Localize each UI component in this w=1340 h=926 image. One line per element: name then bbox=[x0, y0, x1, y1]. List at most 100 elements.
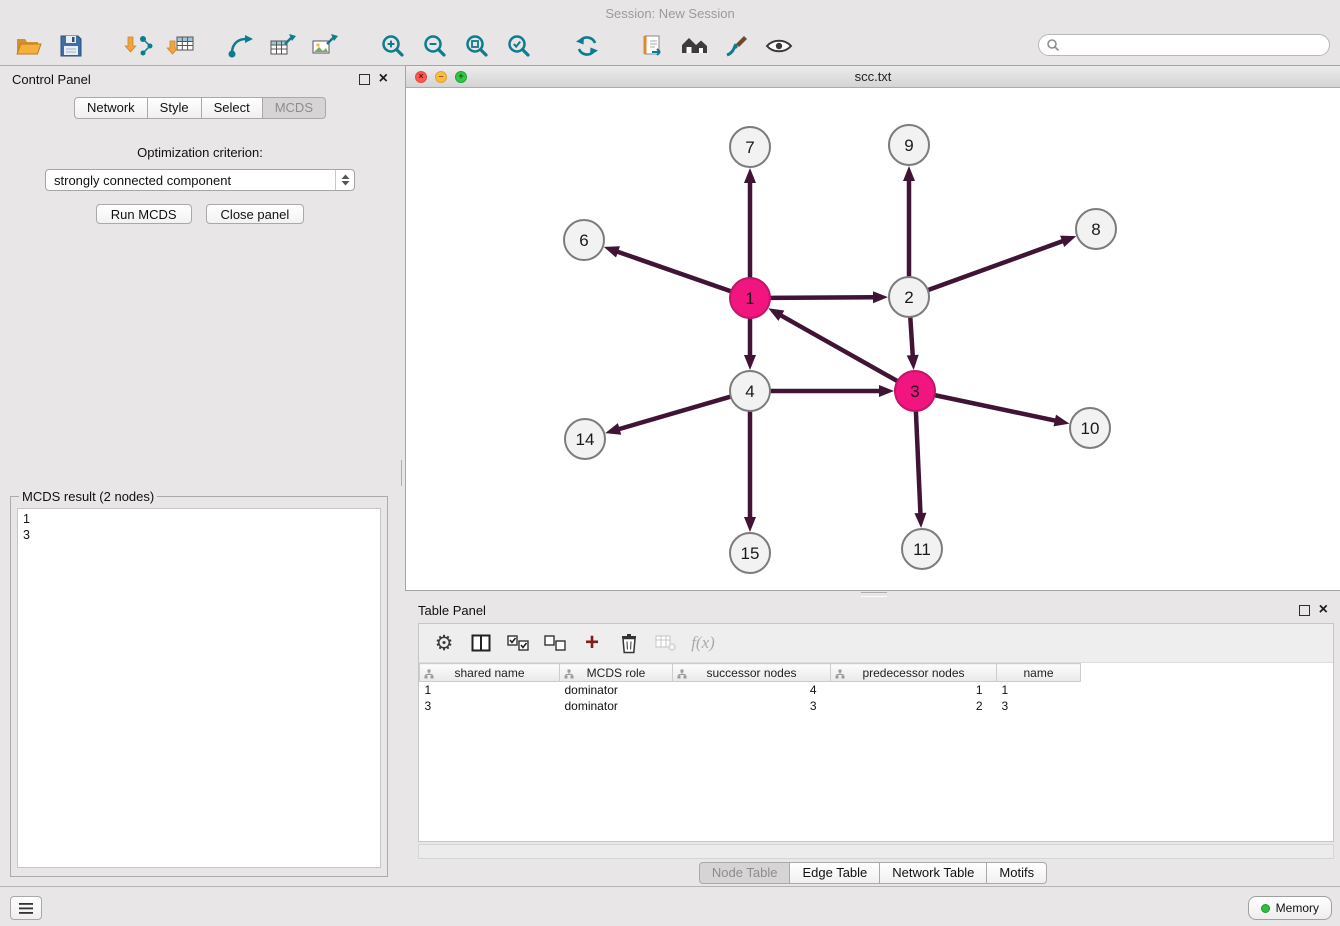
unselect-all-columns-button[interactable] bbox=[540, 628, 570, 658]
column-header-mcds-role[interactable]: MCDS role bbox=[560, 664, 673, 682]
graph-node-8[interactable]: 8 bbox=[1076, 209, 1116, 249]
column-header-predecessor-nodes[interactable]: predecessor nodes bbox=[831, 664, 997, 682]
svg-text:11: 11 bbox=[913, 540, 931, 559]
memory-button[interactable]: Memory bbox=[1248, 896, 1332, 920]
float-panel-icon[interactable] bbox=[359, 74, 370, 85]
style-brush-icon bbox=[723, 33, 751, 59]
graph-node-10[interactable]: 10 bbox=[1070, 408, 1110, 448]
graph-node-15[interactable]: 15 bbox=[730, 533, 770, 573]
graph-edge-1-6[interactable] bbox=[604, 246, 731, 291]
table-cell[interactable]: 3 bbox=[673, 698, 831, 714]
graph-edge-4-3[interactable] bbox=[770, 385, 894, 397]
graph-node-14[interactable]: 14 bbox=[565, 419, 605, 459]
tab-network-table[interactable]: Network Table bbox=[880, 862, 987, 884]
graph-node-7[interactable]: 7 bbox=[730, 127, 770, 167]
optimization-criterion-select[interactable]: strongly connected component bbox=[45, 169, 355, 191]
graph-edge-1-7[interactable] bbox=[744, 168, 756, 278]
search-box[interactable] bbox=[1038, 34, 1330, 56]
tab-select[interactable]: Select bbox=[202, 97, 263, 119]
tab-network[interactable]: Network bbox=[74, 97, 148, 119]
graph-edge-3-1[interactable] bbox=[768, 308, 897, 381]
close-panel-icon[interactable]: × bbox=[379, 73, 388, 85]
graph-node-3[interactable]: 3 bbox=[895, 371, 935, 411]
home-icon bbox=[680, 34, 710, 58]
graph-edge-4-14[interactable] bbox=[605, 397, 731, 435]
network-canvas-svg[interactable]: 7 9 6 8 1 2 4 3 14 10 15 11 bbox=[406, 88, 1340, 591]
column-type-icon bbox=[564, 668, 574, 682]
table-cell[interactable]: 4 bbox=[673, 682, 831, 699]
graph-edge-3-10[interactable] bbox=[935, 395, 1070, 426]
tab-mcds[interactable]: MCDS bbox=[263, 97, 326, 119]
import-table-icon bbox=[166, 33, 196, 59]
home-panels-button[interactable] bbox=[674, 29, 716, 63]
save-session-button[interactable] bbox=[50, 29, 92, 63]
graph-node-11[interactable]: 11 bbox=[902, 529, 942, 569]
horizontal-panel-splitter[interactable] bbox=[406, 590, 1340, 597]
table-row[interactable]: 1dominator411 bbox=[420, 682, 1334, 699]
table-settings-button[interactable]: ⚙ bbox=[429, 628, 459, 658]
copy-view-button[interactable] bbox=[632, 29, 674, 63]
export-image-button[interactable] bbox=[304, 29, 346, 63]
mcds-result-list[interactable]: 13 bbox=[17, 508, 381, 868]
run-mcds-button[interactable]: Run MCDS bbox=[96, 204, 192, 224]
graphics-details-button[interactable] bbox=[758, 29, 800, 63]
zoom-fit-button[interactable] bbox=[456, 29, 498, 63]
tab-motifs[interactable]: Motifs bbox=[987, 862, 1047, 884]
close-panel-button[interactable]: Close panel bbox=[206, 204, 305, 224]
table-cell[interactable]: dominator bbox=[560, 682, 673, 699]
close-table-panel-icon[interactable]: × bbox=[1319, 604, 1328, 616]
search-input[interactable] bbox=[1064, 37, 1329, 53]
table-row[interactable]: 3dominator323 bbox=[420, 698, 1334, 714]
new-network-button[interactable] bbox=[220, 29, 262, 63]
float-table-panel-icon[interactable] bbox=[1299, 605, 1310, 616]
table-cell[interactable]: 3 bbox=[997, 698, 1081, 714]
column-type-icon bbox=[677, 668, 687, 682]
graph-edge-2-8[interactable] bbox=[928, 236, 1076, 291]
columns-icon bbox=[471, 634, 491, 652]
graph-edge-4-15[interactable] bbox=[744, 411, 756, 532]
table-cell-filler bbox=[1081, 682, 1334, 699]
graph-node-1[interactable]: 1 bbox=[730, 278, 770, 318]
table-cell[interactable]: 1 bbox=[997, 682, 1081, 699]
tab-edge-table[interactable]: Edge Table bbox=[790, 862, 880, 884]
graph-edge-2-3[interactable] bbox=[907, 317, 919, 370]
refresh-view-button[interactable] bbox=[566, 29, 608, 63]
graph-node-2[interactable]: 2 bbox=[889, 277, 929, 317]
column-header-name[interactable]: name bbox=[997, 664, 1081, 682]
import-group bbox=[118, 29, 202, 63]
graph-edge-3-11[interactable] bbox=[914, 411, 926, 528]
create-column-button[interactable]: + bbox=[577, 628, 607, 658]
table-cell[interactable]: 2 bbox=[831, 698, 997, 714]
apply-style-button[interactable] bbox=[716, 29, 758, 63]
selected-option-label: strongly connected component bbox=[46, 173, 335, 188]
gear-icon: ⚙ bbox=[435, 631, 454, 656]
svg-text:9: 9 bbox=[904, 136, 913, 155]
graph-node-6[interactable]: 6 bbox=[564, 220, 604, 260]
graph-edge-2-9[interactable] bbox=[903, 166, 915, 277]
zoom-selected-button[interactable] bbox=[498, 29, 540, 63]
zoom-in-button[interactable] bbox=[372, 29, 414, 63]
tab-style[interactable]: Style bbox=[148, 97, 202, 119]
column-header-shared-name[interactable]: shared name bbox=[420, 664, 560, 682]
graph-edge-1-2[interactable] bbox=[770, 291, 888, 303]
zoom-out-button[interactable] bbox=[414, 29, 456, 63]
tab-node-table[interactable]: Node Table bbox=[699, 862, 791, 884]
table-cell[interactable]: 1 bbox=[831, 682, 997, 699]
select-all-columns-button[interactable] bbox=[503, 628, 533, 658]
graph-edge-1-4[interactable] bbox=[744, 318, 756, 370]
table-horizontal-scrollbar[interactable] bbox=[418, 844, 1334, 859]
export-image-icon bbox=[310, 33, 340, 59]
table-cell[interactable]: 3 bbox=[420, 698, 560, 714]
import-table-button[interactable] bbox=[160, 29, 202, 63]
delete-column-button[interactable] bbox=[614, 628, 644, 658]
import-network-button[interactable] bbox=[118, 29, 160, 63]
graph-node-9[interactable]: 9 bbox=[889, 125, 929, 165]
open-session-button[interactable] bbox=[8, 29, 50, 63]
table-cell[interactable]: 1 bbox=[420, 682, 560, 699]
column-header-successor-nodes[interactable]: successor nodes bbox=[673, 664, 831, 682]
graph-node-4[interactable]: 4 bbox=[730, 371, 770, 411]
show-columns-button[interactable] bbox=[466, 628, 496, 658]
table-cell[interactable]: dominator bbox=[560, 698, 673, 714]
status-menu-button[interactable] bbox=[10, 896, 42, 920]
export-table-button[interactable] bbox=[262, 29, 304, 63]
